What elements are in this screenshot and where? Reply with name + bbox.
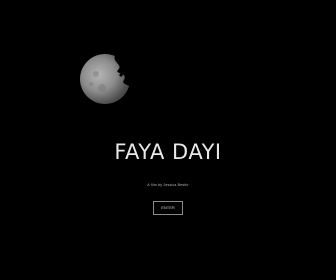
moon-icon — [80, 52, 134, 104]
page-title: FAYA DAYI — [114, 140, 222, 164]
film-credit: A film by Jessica Beshir — [147, 183, 189, 187]
enter-button[interactable]: ENTER — [153, 201, 183, 215]
